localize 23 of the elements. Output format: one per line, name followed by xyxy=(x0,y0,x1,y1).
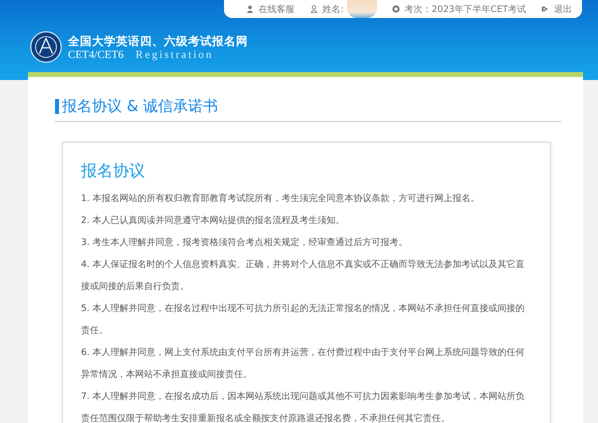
agreement-clause: 7. 本人理解并同意，在报名成功后，因本网站系统出现问题或其他不可抗力因素影响考生参加考试，本网站所负责任范围仅限于帮助考生安排重新报名或全额按支付原路退还报名费，不承担任何其它责任。 xyxy=(81,390,525,423)
logout-link[interactable]: 退出 xyxy=(554,2,572,16)
site-title: 全国大学英语四、六级考试报名网 xyxy=(68,34,248,48)
agreement-clause: 6. 本人理解并同意，网上支付系统由支付平台所有并运营，在付费过程中由于支付平台网上系统问题导致的任何异常情况，本网站不承担直接或间接责任。 xyxy=(81,346,525,382)
logout-icon xyxy=(541,5,549,13)
name-redacted xyxy=(346,0,377,18)
service-link[interactable]: 在线客服 xyxy=(258,2,295,16)
agreement-clause: 4. 本人保证报名时的个人信息资料真实、正确，并将对个人信息不真实或不正确而导致无法参加考试以及其它直接或间接的后果自行负责。 xyxy=(81,258,525,294)
page-title: 报名协议 & 诚信承诺书 xyxy=(62,97,218,116)
logo-icon xyxy=(30,31,62,63)
agreement-clause: 1. 本报名网站的所有权归教育部教育考试院所有，考生须完全同意本协议条款，方可进行网上报名。 xyxy=(81,192,480,206)
exam-label: 考次：2023年下半年CET考试 xyxy=(404,4,526,16)
user-icon xyxy=(310,5,318,13)
agreement-clause: 2. 本人已认真阅读并同意遵守本网站提供的报名流程及考生须知。 xyxy=(81,214,346,228)
agreement-title: 报名协议 xyxy=(81,161,146,182)
agreement-clause: 3. 考生本人理解并同意，报考资格须符合考点相关规定，经审查通过后方可报考。 xyxy=(81,236,408,250)
site-subtitle: CET4/CET6 xyxy=(68,48,124,60)
title-marker xyxy=(55,99,59,114)
agreement-clause: 5. 本人理解并同意，在报名过程中出现不可抗力所引起的无法正常报名的情况，本网站不承担任何直接或间接的责任。 xyxy=(81,302,525,338)
name-label: 姓名: xyxy=(322,4,344,16)
person-icon xyxy=(246,5,254,13)
site-subtitle-english: Registration xyxy=(136,48,214,60)
emblem-icon xyxy=(392,5,400,13)
